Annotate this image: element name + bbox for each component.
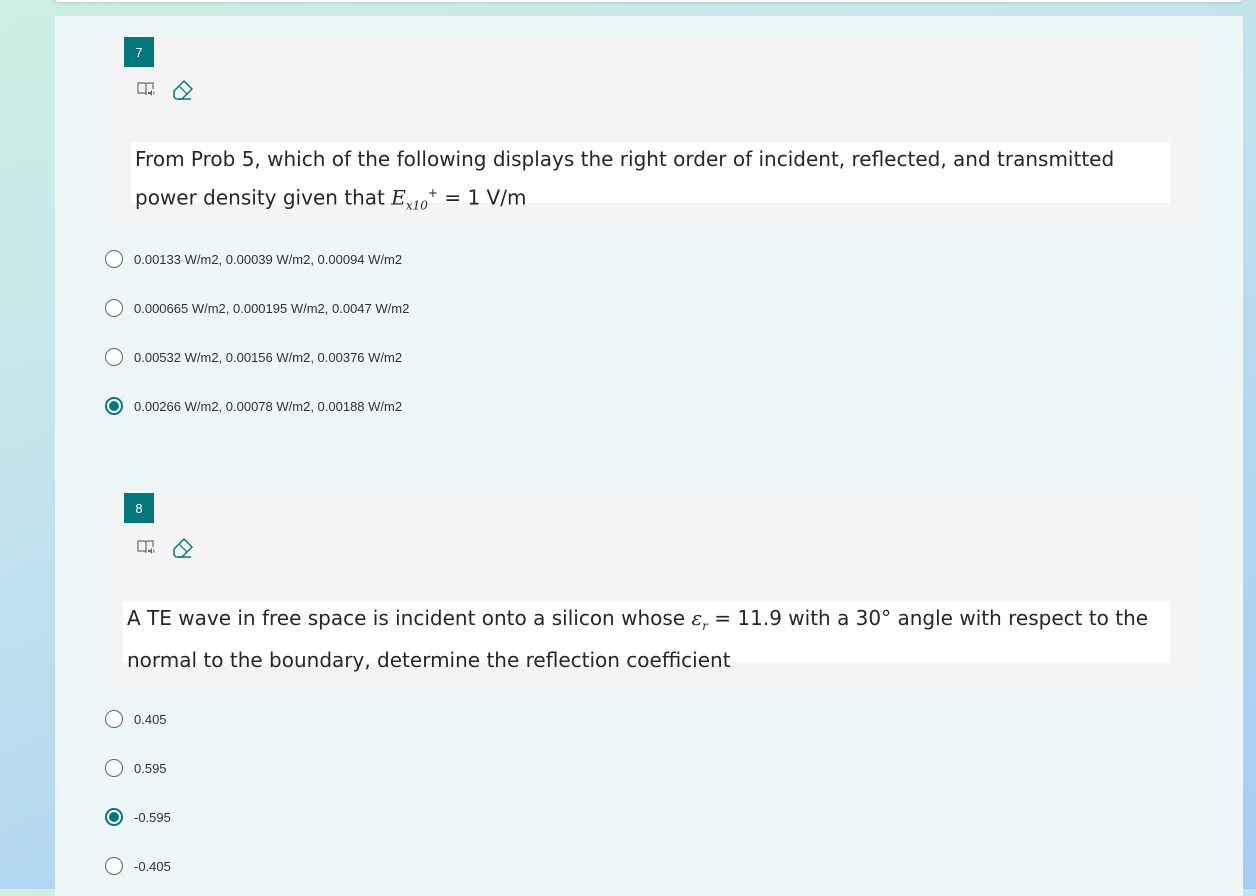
eraser-icon[interactable]: [171, 536, 195, 565]
answer-option-label: -0.595: [134, 809, 171, 825]
radio-button[interactable]: [105, 857, 123, 875]
radio-button[interactable]: [105, 299, 123, 317]
radio-button[interactable]: [105, 759, 123, 777]
answer-option-label: 0.405: [134, 711, 167, 727]
answer-option-label: 0.000665 W/m2, 0.000195 W/m2, 0.0047 W/m…: [134, 300, 410, 316]
immersive-reader-icon[interactable]: [136, 538, 156, 561]
question-number-badge: 7: [124, 37, 154, 67]
answer-option[interactable]: 0.00532 W/m2, 0.00156 W/m2, 0.00376 W/m2: [105, 345, 805, 369]
form-panel: 7 From Prob 5, which of the following di…: [55, 16, 1243, 896]
answer-option-label: 0.00133 W/m2, 0.00039 W/m2, 0.00094 W/m2: [134, 251, 403, 267]
question-7-header: 7 From Prob 5, which of the following di…: [105, 37, 1195, 225]
radio-button[interactable]: [105, 710, 123, 728]
answer-option[interactable]: 0.000665 W/m2, 0.000195 W/m2, 0.0047 W/m…: [105, 296, 805, 320]
question-8-line-1: A TE wave in free space is incident onto…: [127, 606, 1149, 633]
question-7-line-2: power density given that Ex10+ = 1 V/m: [135, 185, 527, 213]
answer-option-label: -0.405: [134, 858, 171, 874]
answer-option[interactable]: 0.00133 W/m2, 0.00039 W/m2, 0.00094 W/m2: [105, 247, 805, 271]
eraser-icon[interactable]: [171, 78, 195, 107]
question-7-line-1: From Prob 5, which of the following disp…: [135, 147, 1115, 171]
question-number-badge: 8: [124, 493, 154, 523]
answer-option[interactable]: 0.595: [105, 756, 805, 780]
radio-button[interactable]: [105, 250, 123, 268]
answer-option[interactable]: -0.595: [105, 805, 805, 829]
immersive-reader-icon[interactable]: [136, 80, 156, 103]
answer-option[interactable]: -0.405: [105, 854, 805, 878]
question-8-text: A TE wave in free space is incident onto…: [123, 601, 1170, 672]
answer-option-label: 0.00532 W/m2, 0.00156 W/m2, 0.00376 W/m2: [134, 349, 403, 365]
question-8-line-2: normal to the boundary, determine the re…: [127, 648, 731, 672]
question-8-header: 8 A TE wave in free space is incident on…: [105, 493, 1195, 687]
radio-button[interactable]: [105, 348, 123, 366]
answer-option[interactable]: 0.405: [105, 707, 805, 731]
radio-button-selected[interactable]: [105, 397, 123, 415]
radio-button-selected[interactable]: [105, 808, 123, 826]
answer-option-label: 0.00266 W/m2, 0.00078 W/m2, 0.00188 W/m2: [134, 398, 403, 414]
answer-option-label: 0.595: [134, 760, 167, 776]
answer-option[interactable]: 0.00266 W/m2, 0.00078 W/m2, 0.00188 W/m2: [105, 394, 805, 418]
previous-card-edge: [55, 0, 1242, 2]
question-7-text: From Prob 5, which of the following disp…: [131, 142, 1170, 213]
